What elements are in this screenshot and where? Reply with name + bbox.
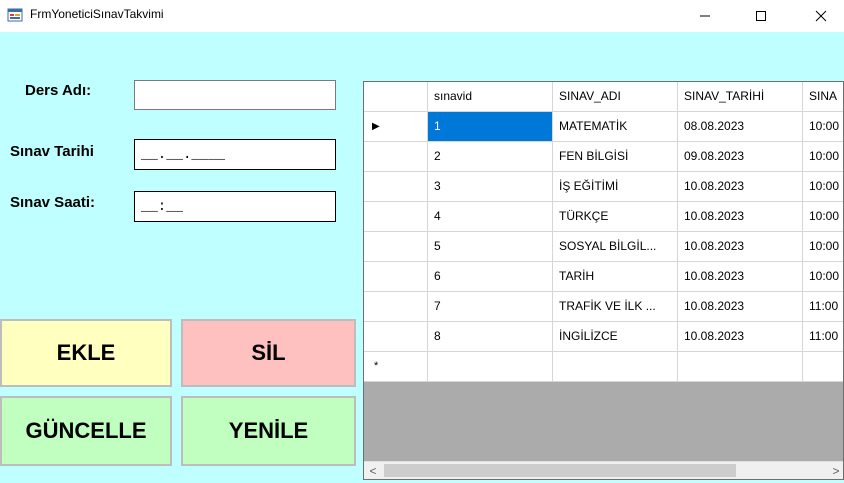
cell-sinav-adi[interactable]: SOSYAL BİLGİL... xyxy=(553,232,678,262)
column-header-sinav-tarihi[interactable]: SINAV_TARİHİ xyxy=(678,82,803,112)
form-client-area: Ders Adı: Sınav Tarihi __.__.____ Sınav … xyxy=(0,32,844,483)
grid-header-row: sınavid SINAV_ADI SINAV_TARİHİ SINA xyxy=(364,82,843,112)
cell-sinav-tarihi[interactable]: 10.08.2023 xyxy=(678,172,803,202)
sinav-saati-input[interactable]: __:__ xyxy=(134,191,336,222)
cell-sinav-adi[interactable]: İNGİLİZCE xyxy=(553,322,678,352)
new-cell-sinav-tarihi[interactable] xyxy=(678,352,803,382)
cell-sinavid[interactable]: 5 xyxy=(428,232,553,262)
sinav-tarihi-label: Sınav Tarihi xyxy=(10,143,94,160)
cell-sinav-saati[interactable]: 10:00 xyxy=(803,262,843,292)
maximize-button[interactable] xyxy=(738,0,784,32)
table-row[interactable]: 5 SOSYAL BİLGİL... 10.08.2023 10:00 xyxy=(364,232,843,262)
yenile-button[interactable]: YENİLE xyxy=(181,396,356,466)
cell-sinav-saati[interactable]: 10:00 xyxy=(803,112,843,142)
new-cell-sinav-adi[interactable] xyxy=(553,352,678,382)
cell-sinav-tarihi[interactable]: 10.08.2023 xyxy=(678,232,803,262)
table-row[interactable]: 6 TARİH 10.08.2023 10:00 xyxy=(364,262,843,292)
table-row[interactable]: 7 TRAFİK VE İLK ... 10.08.2023 11:00 xyxy=(364,292,843,322)
guncelle-button[interactable]: GÜNCELLE xyxy=(0,396,172,466)
scroll-right-icon[interactable]: > xyxy=(827,462,843,479)
column-header-sinav-saati[interactable]: SINA xyxy=(803,82,843,112)
new-row-marker-icon[interactable]: * xyxy=(364,352,428,382)
cell-sinav-tarihi[interactable]: 08.08.2023 xyxy=(678,112,803,142)
cell-sinav-saati[interactable]: 10:00 xyxy=(803,232,843,262)
minimize-icon xyxy=(700,15,710,17)
cell-sinavid[interactable]: 2 xyxy=(428,142,553,172)
row-header[interactable] xyxy=(364,202,428,232)
row-header[interactable] xyxy=(364,232,428,262)
cell-sinavid[interactable]: 8 xyxy=(428,322,553,352)
scrollbar-thumb[interactable] xyxy=(384,464,736,477)
row-header[interactable] xyxy=(364,262,428,292)
row-header[interactable] xyxy=(364,322,428,352)
row-header[interactable] xyxy=(364,142,428,172)
table-row[interactable]: 8 İNGİLİZCE 10.08.2023 11:00 xyxy=(364,322,843,352)
new-row[interactable]: * xyxy=(364,352,843,382)
row-header[interactable] xyxy=(364,172,428,202)
cell-sinav-tarihi[interactable]: 10.08.2023 xyxy=(678,262,803,292)
cell-sinav-adi[interactable]: İŞ EĞİTİMİ xyxy=(553,172,678,202)
cell-sinav-adi[interactable]: FEN BİLGİSİ xyxy=(553,142,678,172)
cell-sinavid[interactable]: 1 xyxy=(428,112,553,142)
close-button[interactable] xyxy=(798,0,844,32)
sil-button[interactable]: SİL xyxy=(181,319,356,387)
ekle-button[interactable]: EKLE xyxy=(0,319,172,387)
cell-sinav-saati[interactable]: 11:00 xyxy=(803,322,843,352)
cell-sinavid[interactable]: 7 xyxy=(428,292,553,322)
cell-sinav-tarihi[interactable]: 09.08.2023 xyxy=(678,142,803,172)
new-cell-sinav-saati[interactable] xyxy=(803,352,843,382)
app-form-icon xyxy=(7,8,23,22)
cell-sinavid[interactable]: 6 xyxy=(428,262,553,292)
cell-sinav-saati[interactable]: 10:00 xyxy=(803,142,843,172)
window-title: FrmYoneticiSınavTakvimi xyxy=(30,7,164,21)
cell-sinav-adi[interactable]: TARİH xyxy=(553,262,678,292)
cell-sinav-saati[interactable]: 10:00 xyxy=(803,202,843,232)
cell-sinav-tarihi[interactable]: 10.08.2023 xyxy=(678,202,803,232)
cell-sinav-saati[interactable]: 10:00 xyxy=(803,172,843,202)
table-row[interactable]: 4 TÜRKÇE 10.08.2023 10:00 xyxy=(364,202,843,232)
column-header-sinavid[interactable]: sınavid xyxy=(428,82,553,112)
close-icon xyxy=(815,10,827,22)
sinav-data-grid[interactable]: sınavid SINAV_ADI SINAV_TARİHİ SINA ▶ 1 … xyxy=(363,81,844,480)
cell-sinav-adi[interactable]: MATEMATİK xyxy=(553,112,678,142)
cell-sinavid[interactable]: 3 xyxy=(428,172,553,202)
title-bar: FrmYoneticiSınavTakvimi xyxy=(0,0,844,32)
row-header[interactable] xyxy=(364,292,428,322)
ders-adi-label: Ders Adı: xyxy=(25,82,92,99)
cell-sinav-saati[interactable]: 11:00 xyxy=(803,292,843,322)
maximize-icon xyxy=(756,11,766,21)
minimize-button[interactable] xyxy=(682,0,728,32)
sinav-tarihi-input[interactable]: __.__.____ xyxy=(134,139,336,170)
cell-sinav-tarihi[interactable]: 10.08.2023 xyxy=(678,292,803,322)
table-row[interactable]: 3 İŞ EĞİTİMİ 10.08.2023 10:00 xyxy=(364,172,843,202)
horizontal-scrollbar[interactable]: < > xyxy=(364,461,843,479)
grid-corner-header xyxy=(364,82,428,112)
cell-sinav-adi[interactable]: TÜRKÇE xyxy=(553,202,678,232)
new-cell-sinavid[interactable] xyxy=(428,352,553,382)
sinav-saati-label: Sınav Saati: xyxy=(10,194,96,211)
cell-sinav-tarihi[interactable]: 10.08.2023 xyxy=(678,322,803,352)
ders-adi-input[interactable] xyxy=(134,80,336,110)
cell-sinavid[interactable]: 4 xyxy=(428,202,553,232)
cell-sinav-adi[interactable]: TRAFİK VE İLK ... xyxy=(553,292,678,322)
scroll-left-icon[interactable]: < xyxy=(364,462,382,479)
table-row[interactable]: ▶ 1 MATEMATİK 08.08.2023 10:00 xyxy=(364,112,843,142)
table-row[interactable]: 2 FEN BİLGİSİ 09.08.2023 10:00 xyxy=(364,142,843,172)
column-header-sinav-adi[interactable]: SINAV_ADI xyxy=(553,82,678,112)
current-row-indicator-icon[interactable]: ▶ xyxy=(364,112,428,142)
